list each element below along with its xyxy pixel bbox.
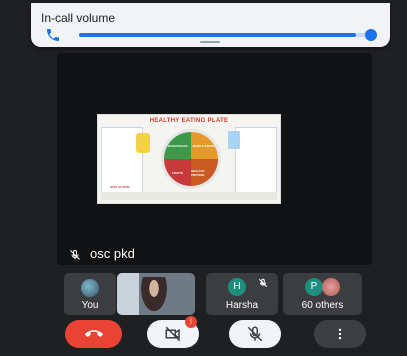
- water-glass-icon: [228, 131, 240, 149]
- camera-alert-badge: !: [185, 316, 197, 328]
- participant-label: Harsha: [225, 300, 259, 311]
- shared-slide: HEALTHY EATING PLATE VEGETABLES WHOLE GR…: [97, 114, 281, 204]
- more-vert-icon: [338, 328, 342, 340]
- participant-tile-others[interactable]: P 60 others: [283, 273, 362, 315]
- volume-title: In-call volume: [41, 11, 116, 25]
- participant-tile-you[interactable]: You: [64, 273, 116, 315]
- drag-handle[interactable]: [200, 41, 220, 43]
- phone-icon: [47, 29, 59, 41]
- participant-tile-harsha[interactable]: H Harsha: [206, 273, 278, 315]
- plate-grains: WHOLE GRAINS: [191, 132, 218, 159]
- volume-thumb[interactable]: [365, 29, 377, 41]
- slide-footer-label: STAY ACTIVE!: [110, 185, 131, 189]
- avatar-photo: [322, 278, 340, 296]
- slide-footer: [101, 192, 277, 200]
- avatar: H: [228, 278, 246, 296]
- participant-tile-video[interactable]: [117, 273, 195, 315]
- presenter-name: osc pkd: [90, 246, 135, 261]
- mic-off-icon: [247, 326, 263, 342]
- main-video-tile[interactable]: HEALTHY EATING PLATE VEGETABLES WHOLE GR…: [57, 53, 372, 265]
- volume-fill: [79, 33, 357, 37]
- mic-toggle-button[interactable]: [229, 320, 281, 348]
- volume-panel: In-call volume: [31, 3, 390, 47]
- plate-graphic: VEGETABLES WHOLE GRAINS FRUITS HEALTHY P…: [161, 129, 221, 189]
- plate-vegetables: VEGETABLES: [164, 132, 191, 159]
- volume-slider[interactable]: [79, 33, 371, 37]
- hang-up-button[interactable]: [65, 320, 122, 348]
- participant-label: 60 others: [301, 300, 344, 311]
- hang-up-icon: [84, 330, 103, 337]
- participant-label: You: [81, 300, 99, 311]
- mic-off-icon: [258, 278, 268, 288]
- oil-bottle-icon: [136, 133, 150, 153]
- video-feed: [139, 277, 169, 315]
- slide-title: HEALTHY EATING PLATE: [149, 118, 229, 124]
- plate-protein: HEALTHY PROTEIN: [191, 159, 218, 186]
- more-options-button[interactable]: [314, 320, 366, 348]
- mic-off-icon: [70, 249, 80, 260]
- plate-fruits: FRUITS: [164, 159, 191, 186]
- avatar: [81, 279, 99, 297]
- camera-off-icon: [165, 326, 181, 342]
- avatar: P: [305, 278, 323, 296]
- video-background: [117, 273, 139, 315]
- slide-right-text: [235, 127, 277, 193]
